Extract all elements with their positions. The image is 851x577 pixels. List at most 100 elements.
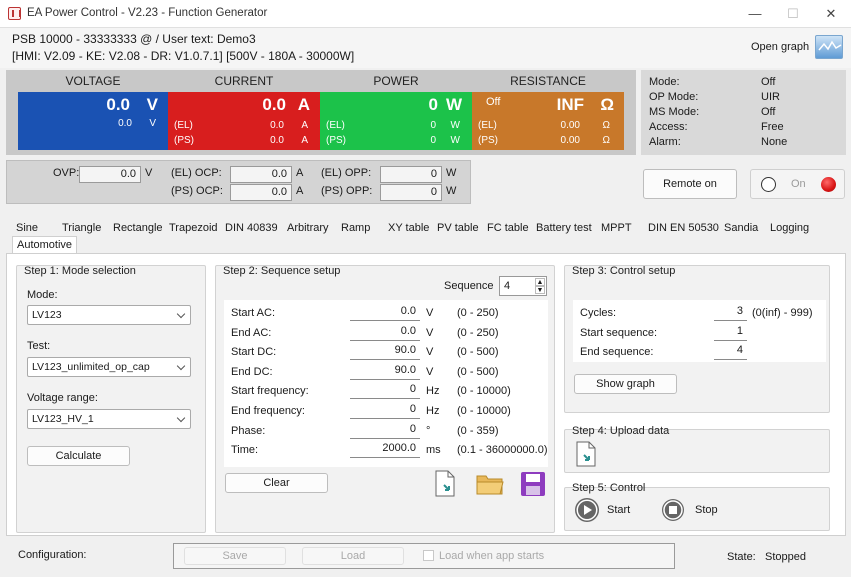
open-folder-icon[interactable]: [476, 472, 504, 496]
sequence-param-input[interactable]: 2000.0: [350, 441, 420, 459]
sequence-param-input[interactable]: 0.0: [350, 304, 420, 321]
ovp-field[interactable]: 0.0: [79, 166, 141, 183]
status-key: Mode:: [649, 76, 680, 88]
config-save-button[interactable]: Save: [184, 547, 286, 565]
app-icon: [8, 7, 21, 20]
sequence-param-label: Start DC:: [231, 346, 277, 359]
sequence-param-input[interactable]: 0: [350, 421, 420, 439]
sequence-spinner[interactable]: 4 ▲ ▼: [499, 276, 547, 296]
minimize-button[interactable]: —: [735, 0, 775, 28]
tab-fc-table[interactable]: FC table: [487, 220, 529, 236]
remote-on-button[interactable]: Remote on: [643, 169, 737, 199]
resistance-el-value: 0.00: [560, 120, 580, 131]
tab-rectangle[interactable]: Rectangle: [113, 220, 163, 236]
stop-icon[interactable]: [661, 498, 685, 522]
status-value: Off: [761, 106, 776, 118]
resistance-ps-value: 0.00: [560, 135, 580, 146]
power-el-label: (EL): [326, 120, 345, 131]
ps-opp-field[interactable]: 0: [380, 184, 442, 201]
control-param-input[interactable]: 1: [714, 323, 747, 341]
graph-icon[interactable]: [815, 35, 843, 59]
tab-logging[interactable]: Logging: [770, 220, 809, 236]
tab-xy-table[interactable]: XY table: [388, 220, 429, 236]
resistance-el-unit: Ω: [602, 120, 610, 131]
tab-automotive[interactable]: Automotive: [12, 236, 78, 253]
mode-select[interactable]: LV123: [27, 305, 191, 325]
ovp-unit: V: [145, 167, 153, 179]
tab-mppt[interactable]: MPPT: [601, 220, 632, 236]
ps-ocp-field[interactable]: 0.0: [230, 184, 292, 201]
ps-opp-unit: W: [446, 185, 457, 197]
sequence-param-unit: V: [426, 346, 434, 359]
tab-battery-test[interactable]: Battery test: [536, 220, 592, 236]
sequence-param-label: Start AC:: [231, 307, 276, 319]
start-play-icon[interactable]: [575, 498, 599, 522]
tab-pv-table[interactable]: PV table: [437, 220, 479, 236]
voltage-header: VOLTAGE: [65, 74, 121, 88]
sequence-param-input[interactable]: 0: [350, 402, 420, 419]
status-value: Off: [761, 76, 776, 88]
spin-down-icon[interactable]: ▼: [535, 286, 545, 294]
sequence-param-input[interactable]: 90.0: [350, 343, 420, 361]
clear-button[interactable]: Clear: [225, 473, 328, 493]
tab-din-en-50530[interactable]: DIN EN 50530: [648, 220, 719, 236]
sequence-param-range: (0.1 - 36000000.0): [457, 444, 548, 457]
footer-bar: Configuration: Save Load Load when app s…: [0, 540, 851, 577]
config-load-button[interactable]: Load: [302, 547, 404, 565]
tab-sine[interactable]: Sine: [16, 220, 38, 236]
sequence-param-input[interactable]: 0: [350, 382, 420, 400]
status-key: Alarm:: [649, 136, 681, 148]
radio-off-icon[interactable]: [761, 177, 776, 192]
sequence-param-label: End DC:: [231, 365, 273, 378]
sequence-param-range: (0 - 10000): [457, 405, 511, 417]
test-select[interactable]: LV123_unlimited_op_cap: [27, 357, 191, 377]
save-disk-icon[interactable]: [520, 471, 546, 497]
power-ps-value: 0: [430, 135, 436, 146]
start-label[interactable]: Start: [607, 504, 630, 516]
automotive-panel: Step 1: Mode selection Mode: LV123 Test:…: [6, 253, 846, 536]
power-meter: 0 W (EL) 0 W (PS) 0 W: [320, 92, 472, 150]
spin-up-icon[interactable]: ▲: [535, 278, 545, 286]
tab-trapezoid[interactable]: Trapezoid: [169, 220, 218, 236]
current-meter: 0.0 A (EL) 0.0 A (PS) 0.0 A: [168, 92, 320, 150]
show-graph-button[interactable]: Show graph: [574, 374, 677, 394]
upload-icon[interactable]: [574, 441, 598, 467]
el-ocp-field[interactable]: 0.0: [230, 166, 292, 183]
tab-sandia[interactable]: Sandia: [724, 220, 758, 236]
control-param-label: Start sequence:: [580, 326, 658, 339]
calculate-button[interactable]: Calculate: [27, 446, 130, 466]
control-param-input[interactable]: 4: [714, 343, 747, 361]
state-value: Stopped: [765, 551, 806, 563]
resistance-meter: Off INF Ω (EL) 0.00 Ω (PS) 0.00 Ω: [472, 92, 624, 150]
close-button[interactable]: ✕: [811, 0, 851, 28]
current-value: 0.0: [262, 95, 286, 114]
sequence-param-input[interactable]: 90.0: [350, 362, 420, 380]
meter-panel: VOLTAGE CURRENT POWER RESISTANCE 0.0 V 0…: [6, 70, 636, 155]
tab-arbitrary[interactable]: Arbitrary: [287, 220, 329, 236]
tab-triangle[interactable]: Triangle: [62, 220, 101, 236]
step4-title: Step 4: Upload data: [572, 425, 670, 437]
el-opp-unit: W: [446, 167, 457, 179]
sequence-param-range: (0 - 500): [457, 346, 499, 359]
current-el-value: 0.0: [270, 120, 284, 131]
voltage-meter: 0.0 V 0.0 V: [18, 92, 168, 150]
maximize-button[interactable]: ☐: [773, 0, 813, 28]
new-file-icon[interactable]: [432, 470, 458, 497]
sequence-param-input[interactable]: 0.0: [350, 323, 420, 341]
control-param-input[interactable]: 3: [714, 304, 747, 321]
voltage-range-select[interactable]: LV123_HV_1: [27, 409, 191, 429]
configuration-box: Save Load Load when app starts: [173, 543, 675, 569]
output-toggle[interactable]: On: [750, 169, 845, 199]
open-graph-label[interactable]: Open graph: [751, 41, 809, 53]
step1-title: Step 1: Mode selection: [24, 265, 136, 277]
load-when-starts-checkbox[interactable]: [423, 550, 434, 561]
el-opp-field[interactable]: 0: [380, 166, 442, 183]
stop-label[interactable]: Stop: [695, 504, 718, 516]
tab-din-40839[interactable]: DIN 40839: [225, 220, 278, 236]
control-param-label: Cycles:: [580, 307, 617, 319]
window-title: EA Power Control - V2.23 - Function Gene…: [27, 7, 268, 19]
tab-ramp[interactable]: Ramp: [341, 220, 370, 236]
ovp-label: OVP:: [53, 167, 80, 179]
current-ps-value: 0.0: [270, 135, 284, 146]
sequence-param-label: Time:: [231, 444, 259, 457]
